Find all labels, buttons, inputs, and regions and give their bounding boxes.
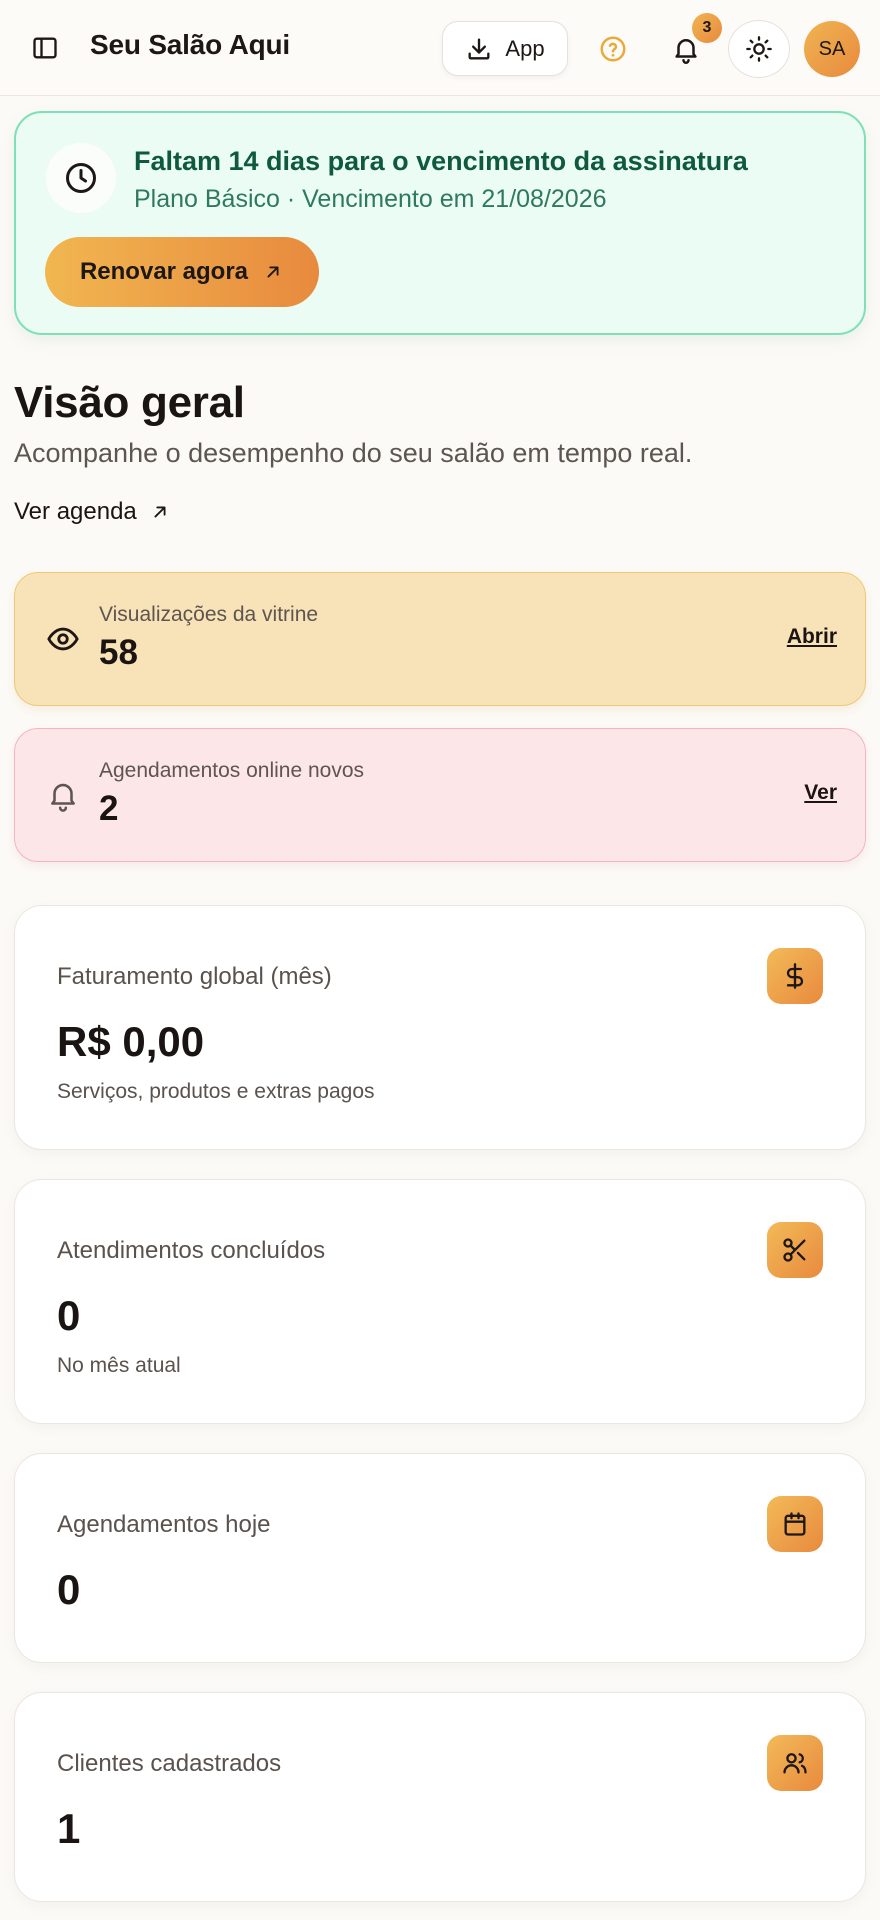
banner-subtitle: Plano Básico · Vencimento em 21/08/2026: [134, 185, 607, 213]
registered-clients-stat-card: Clientes cadastrados 1: [14, 1692, 866, 1902]
stat-value: R$ 0,00: [57, 1018, 205, 1065]
stat-note: No mês atual: [57, 1354, 181, 1377]
download-app-button[interactable]: App: [442, 21, 568, 76]
open-storefront-link[interactable]: Abrir: [787, 625, 837, 649]
calendar-icon: [767, 1496, 823, 1552]
subscription-expiry-banner: Faltam 14 dias para o vencimento da assi…: [14, 111, 866, 335]
page-subtitle: Acompanhe o desempenho do seu salão em t…: [14, 438, 693, 468]
alert-label: Agendamentos online novos: [99, 759, 365, 782]
bell-icon: [45, 777, 81, 813]
users-icon: [767, 1735, 823, 1791]
alert-value: 58: [99, 633, 138, 672]
top-header: Seu Salão Aqui App 3 SA: [0, 0, 880, 96]
view-agenda-label: Ver agenda: [14, 498, 137, 525]
banner-title: Faltam 14 dias para o vencimento da assi…: [134, 146, 748, 176]
new-online-bookings-card: Agendamentos online novos 2 Ver: [14, 728, 866, 862]
completed-services-stat-card: Atendimentos concluídos 0 No mês atual: [14, 1179, 866, 1424]
theme-toggle-button[interactable]: [728, 20, 790, 78]
stat-label: Faturamento global (mês): [57, 963, 332, 990]
arrow-up-right-icon: [154, 506, 166, 518]
appointments-today-stat-card: Agendamentos hoje 0: [14, 1453, 866, 1663]
page-title: Visão geral: [14, 378, 245, 427]
alert-label: Visualizações da vitrine: [99, 603, 319, 626]
renew-now-button[interactable]: Renovar agora: [45, 237, 319, 307]
download-icon: [468, 38, 490, 59]
user-avatar[interactable]: SA: [804, 21, 860, 77]
stat-value: 1: [57, 1805, 81, 1852]
sidebar-toggle-icon[interactable]: [28, 31, 62, 65]
clock-icon: [46, 143, 116, 213]
storefront-views-card: Visualizações da vitrine 58 Abrir: [14, 572, 866, 706]
sun-icon: [746, 36, 772, 62]
revenue-stat-card: Faturamento global (mês) R$ 0,00 Serviço…: [14, 905, 866, 1150]
help-icon[interactable]: [592, 28, 634, 70]
stat-value: 0: [57, 1292, 81, 1339]
stat-label: Agendamentos hoje: [57, 1511, 271, 1538]
stat-note: Serviços, produtos e extras pagos: [57, 1080, 375, 1103]
view-bookings-link[interactable]: Ver: [804, 781, 837, 805]
stat-label: Atendimentos concluídos: [57, 1237, 326, 1264]
salon-name-title: Seu Salão Aqui: [90, 29, 290, 60]
arrow-up-right-icon: [267, 266, 279, 278]
scissors-icon: [767, 1222, 823, 1278]
stat-value: 0: [57, 1566, 81, 1613]
notification-count-badge: 3: [692, 13, 722, 43]
eye-icon: [45, 621, 81, 657]
stat-label: Clientes cadastrados: [57, 1750, 282, 1777]
dollar-icon: [767, 948, 823, 1004]
renew-button-label: Renovar agora: [79, 258, 249, 285]
app-button-label: App: [505, 35, 545, 61]
view-agenda-link[interactable]: Ver agenda: [14, 498, 171, 526]
alert-value: 2: [99, 789, 119, 828]
